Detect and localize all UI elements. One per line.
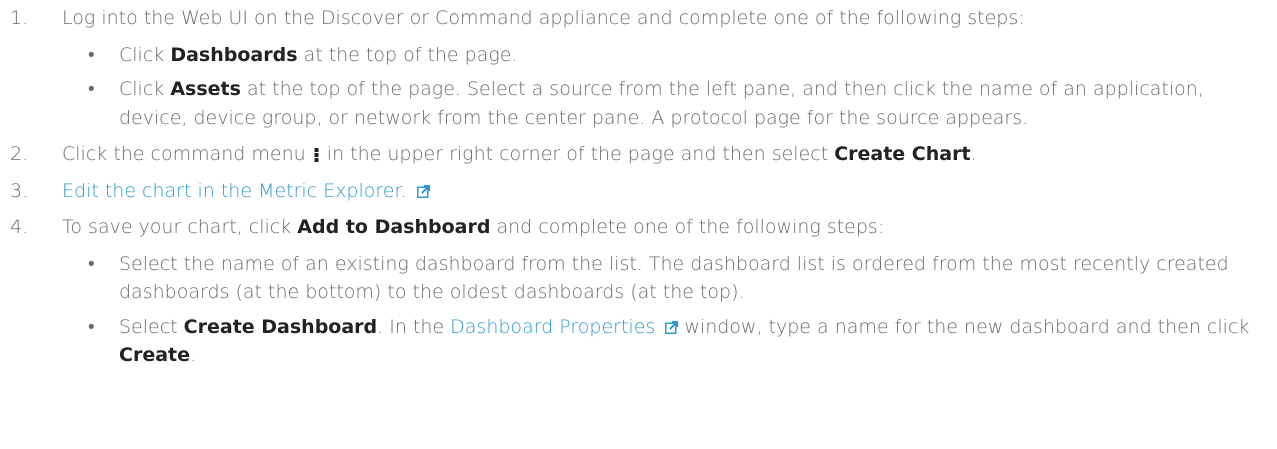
step-text-pre: Click the command menu xyxy=(62,143,306,165)
sub-step-pre: Click xyxy=(119,43,165,66)
step-number: 2. xyxy=(10,143,29,165)
ui-label-add-to-dashboard: Add to Dashboard xyxy=(297,216,491,238)
sub-step-post: at the top of the page. Select a source … xyxy=(119,78,1204,129)
step-text-pre: To save your chart, click xyxy=(62,216,292,238)
bullet: • xyxy=(88,78,95,100)
step-2: 2. Click the command menu in the upper r… xyxy=(0,140,1277,169)
ui-label-create-chart: Create Chart xyxy=(834,143,971,165)
ui-label-create-dashboard: Create Dashboard xyxy=(183,315,378,338)
ui-label-dashboards: Dashboards xyxy=(170,43,298,66)
bullet: • xyxy=(88,43,95,66)
dashboard-properties-link[interactable]: Dashboard Properties xyxy=(450,316,655,338)
step-number: 1. xyxy=(10,7,29,29)
sub-step-pre: Click xyxy=(119,78,165,100)
step-1: 1. Log into the Web UI on the Discover o… xyxy=(0,4,1277,132)
ui-label-create: Create xyxy=(119,344,190,366)
step-text-mid: in the upper right corner of the page an… xyxy=(326,143,829,165)
sub-step-pre: Select xyxy=(119,315,178,338)
sub-step-list: • Click Dashboards at the top of the pag… xyxy=(62,41,1277,133)
sub-step-end: . xyxy=(190,344,197,366)
sub-step-text: Select the name of an existing dashboard… xyxy=(119,252,1229,304)
bullet: • xyxy=(88,315,95,338)
step-number: 3. xyxy=(10,179,29,202)
kebab-menu-icon xyxy=(314,148,319,162)
ui-label-assets: Assets xyxy=(170,78,241,100)
sub-step-assets: • Click Assets at the top of the page. S… xyxy=(62,75,1277,132)
metric-explorer-link[interactable]: Edit the chart in the Metric Explorer. xyxy=(62,180,407,202)
step-list: 1. Log into the Web UI on the Discover o… xyxy=(0,0,1277,370)
sub-step-list: • Select the name of an existing dashboa… xyxy=(62,250,1277,370)
sub-step-dashboards: • Click Dashboards at the top of the pag… xyxy=(62,41,1277,70)
sub-step-mid: . In the xyxy=(377,315,445,338)
sub-step-post: window, type a name for the new dashboar… xyxy=(684,315,1250,338)
step-text-post: . xyxy=(970,143,977,165)
sub-step-existing-dashboard: • Select the name of an existing dashboa… xyxy=(62,250,1277,307)
step-text-post: and complete one of the following steps: xyxy=(496,216,885,238)
step-number: 4. xyxy=(10,216,29,238)
sub-step-create-dashboard: • Select Create Dashboard. In the Dashbo… xyxy=(62,313,1277,370)
bullet: • xyxy=(88,252,95,275)
step-text: Log into the Web UI on the Discover or C… xyxy=(62,7,1025,29)
sub-step-post: at the top of the page. xyxy=(303,43,518,66)
procedure: 1. Log into the Web UI on the Discover o… xyxy=(0,0,1277,378)
step-4: 4. To save your chart, click Add to Dash… xyxy=(0,213,1277,370)
external-link-icon[interactable] xyxy=(665,320,679,334)
step-3: 3. Edit the chart in the Metric Explorer… xyxy=(0,177,1277,206)
external-link-icon[interactable] xyxy=(416,184,430,198)
